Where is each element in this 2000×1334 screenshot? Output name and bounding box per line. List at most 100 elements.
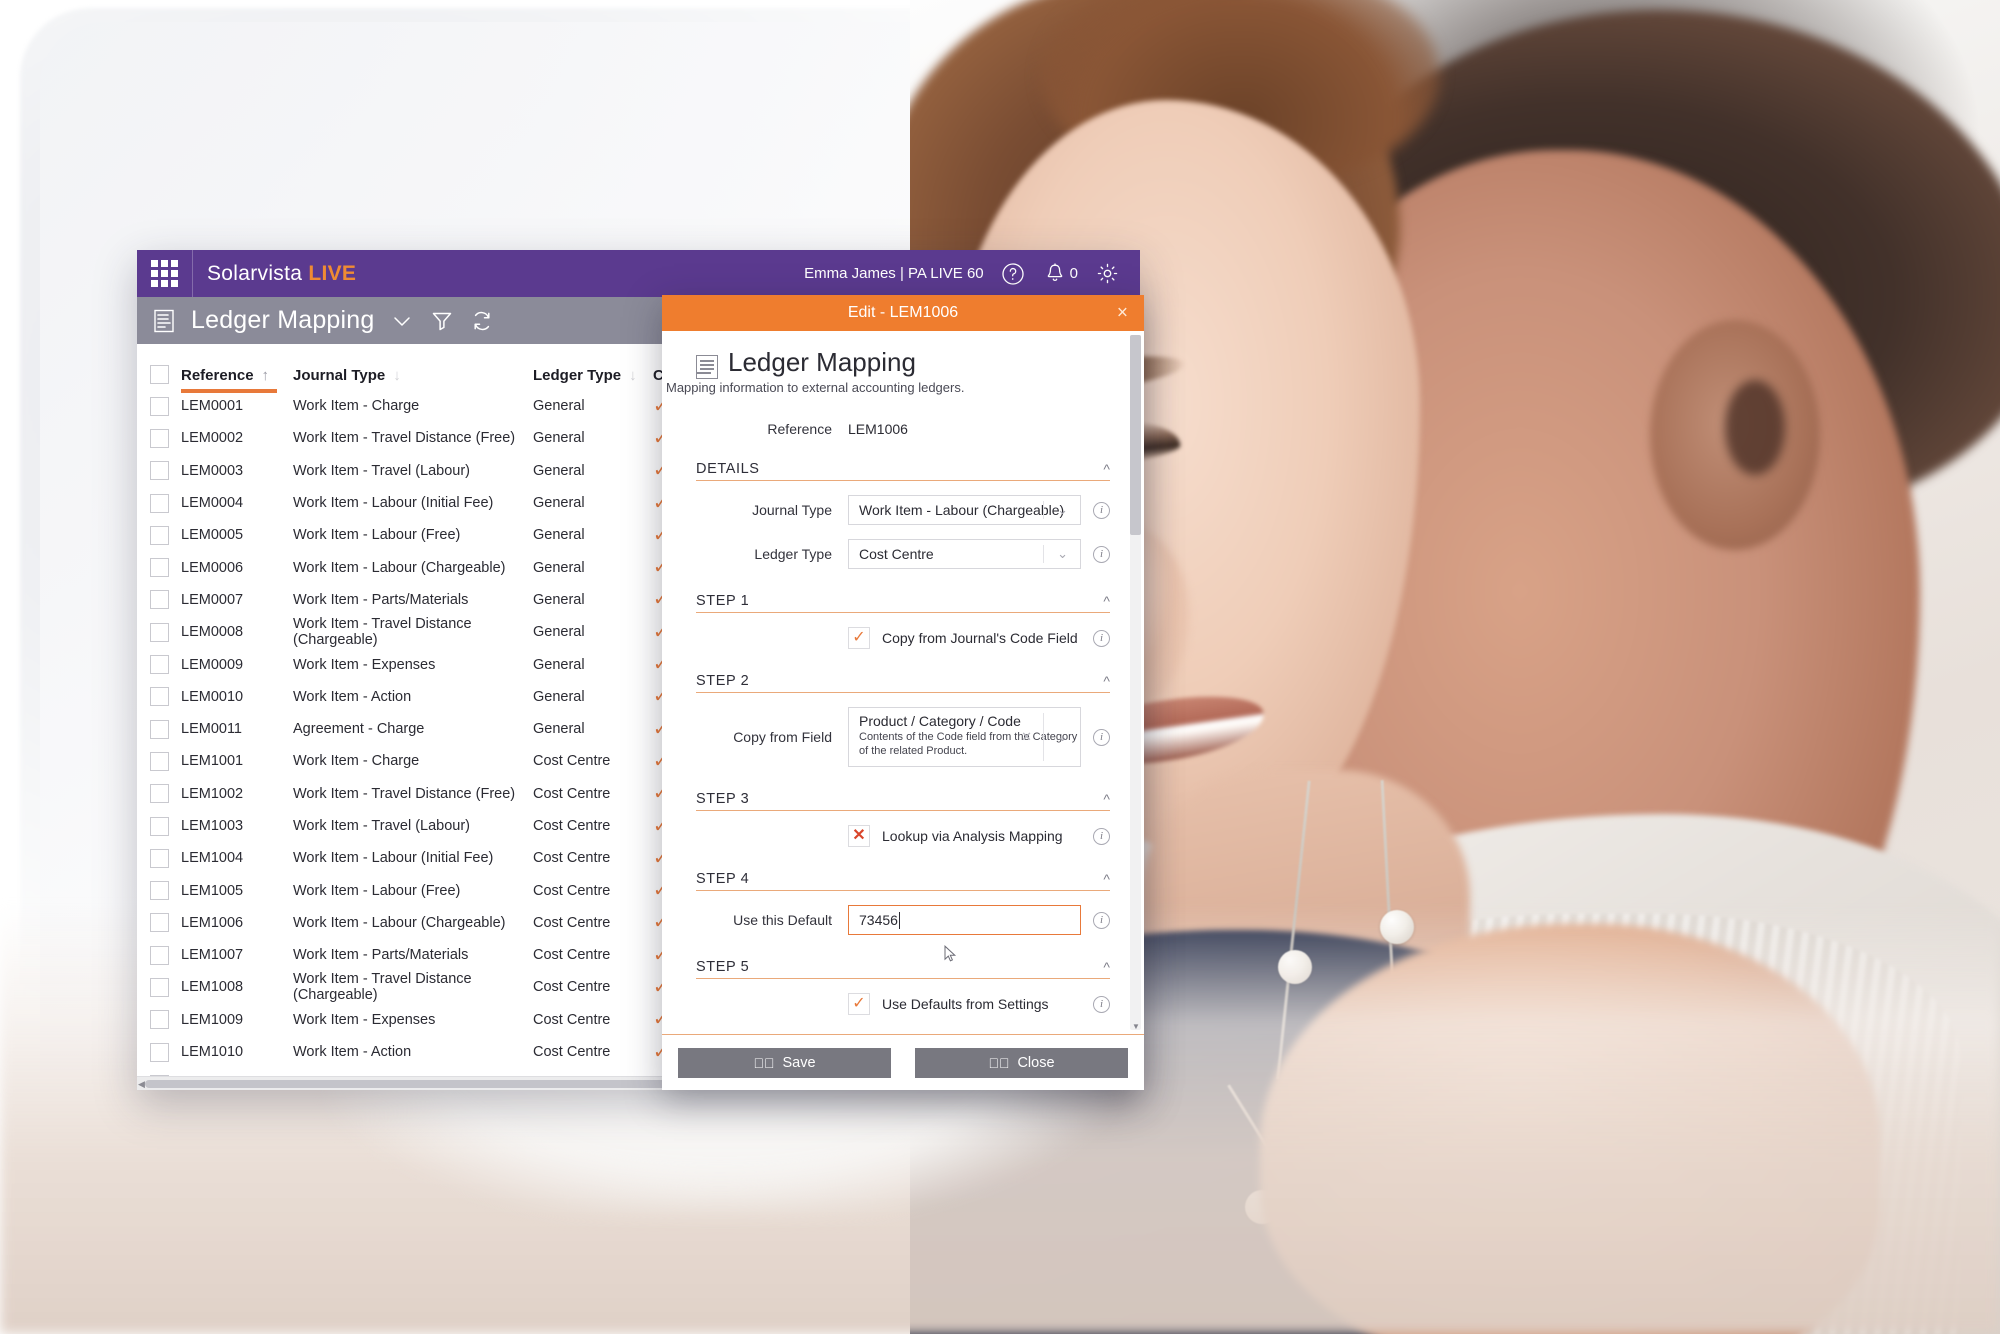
row-select-checkbox[interactable] — [149, 1010, 169, 1030]
row-select-checkbox[interactable] — [149, 945, 169, 965]
column-header-ledger-type[interactable]: Ledger Type ↓ — [533, 367, 653, 384]
section-step-5-header[interactable]: STEP 5 ^ — [696, 959, 1110, 979]
row-select-checkbox[interactable] — [149, 848, 169, 868]
row-select-cell[interactable] — [137, 1042, 181, 1062]
row-select-cell[interactable] — [137, 848, 181, 868]
apps-grid-button[interactable] — [137, 250, 193, 297]
row-select-checkbox[interactable] — [149, 655, 169, 675]
select-all-checkbox[interactable] — [149, 365, 169, 384]
row-select-checkbox[interactable] — [149, 784, 169, 804]
close-button[interactable]: ✕⃝ Close — [915, 1047, 1128, 1078]
row-select-cell[interactable] — [137, 977, 181, 997]
chevron-up-icon[interactable]: ^ — [1103, 791, 1110, 807]
help-circle-icon[interactable] — [1000, 261, 1026, 287]
row-select-checkbox[interactable] — [149, 622, 169, 642]
copy-from-field-select[interactable]: Product / Category / Code Contents of th… — [848, 707, 1081, 767]
refresh-icon[interactable] — [469, 308, 495, 334]
clear-icon[interactable]: ✕ — [1021, 729, 1032, 745]
journal-type-row: Journal Type Work Item - Labour (Chargea… — [696, 495, 1110, 525]
row-select-cell[interactable] — [137, 719, 181, 739]
column-header-journal-type[interactable]: Journal Type ↓ — [293, 367, 533, 384]
use-this-default-input[interactable]: 73456 — [848, 905, 1081, 935]
ledger-type-select[interactable]: Cost Centre ⌄ — [848, 539, 1081, 569]
row-select-cell[interactable] — [137, 881, 181, 901]
section-step-3-title: STEP 3 — [696, 791, 750, 807]
chevron-up-icon[interactable]: ^ — [1103, 593, 1110, 609]
row-select-cell[interactable] — [137, 913, 181, 933]
gear-icon[interactable] — [1094, 261, 1120, 287]
info-icon[interactable]: i — [1093, 629, 1110, 647]
chevron-down-icon[interactable] — [389, 308, 415, 334]
chevron-down-icon[interactable]: ⌄ — [1057, 546, 1068, 562]
section-step-3-header[interactable]: STEP 3 ^ — [696, 791, 1110, 811]
row-select-checkbox[interactable] — [149, 751, 169, 771]
row-select-checkbox[interactable] — [149, 977, 169, 997]
cell-ledger-type: General — [533, 495, 585, 512]
info-icon[interactable]: i — [1093, 545, 1110, 563]
scroll-down-icon[interactable]: ▼ — [1132, 1022, 1140, 1031]
journal-type-select[interactable]: Work Item - Labour (Chargeable) ⌄ — [848, 495, 1081, 525]
row-select-checkbox[interactable] — [149, 525, 169, 545]
row-select-checkbox[interactable] — [149, 719, 169, 739]
row-select-cell[interactable] — [137, 493, 181, 513]
chevron-down-icon[interactable]: ⌄ — [1057, 729, 1068, 745]
close-icon[interactable]: × — [1117, 304, 1128, 323]
notifications-button[interactable]: 0 — [1042, 261, 1078, 287]
notification-count: 0 — [1069, 265, 1078, 282]
row-select-checkbox[interactable] — [149, 493, 169, 513]
use-defaults-from-settings-checkbox[interactable]: ✓ — [848, 993, 870, 1015]
row-select-checkbox[interactable] — [149, 913, 169, 933]
scroll-left-icon[interactable]: ◀ — [138, 1079, 145, 1090]
row-select-cell[interactable] — [137, 461, 181, 481]
row-select-cell[interactable] — [137, 590, 181, 610]
copy-from-journal-code-checkbox[interactable]: ✓ — [848, 627, 870, 649]
chevron-up-icon[interactable]: ^ — [1103, 959, 1110, 975]
row-select-cell[interactable] — [137, 945, 181, 965]
info-icon[interactable]: i — [1093, 911, 1110, 929]
row-select-checkbox[interactable] — [149, 428, 169, 448]
row-select-cell[interactable] — [137, 396, 181, 416]
row-select-cell[interactable] — [137, 428, 181, 448]
info-icon[interactable]: i — [1093, 501, 1110, 519]
cell-reference: LEM0007 — [181, 591, 244, 608]
row-select-cell[interactable] — [137, 1010, 181, 1030]
scroll-thumb[interactable] — [145, 1080, 705, 1088]
row-select-checkbox[interactable] — [149, 1042, 169, 1062]
info-icon[interactable]: i — [1093, 995, 1110, 1013]
cell-reference: LEM1001 — [181, 753, 244, 770]
row-select-cell[interactable] — [137, 751, 181, 771]
row-select-cell[interactable] — [137, 622, 181, 642]
column-header-reference[interactable]: Reference ↑ — [181, 367, 293, 393]
funnel-icon[interactable] — [429, 308, 455, 334]
row-select-cell[interactable] — [137, 687, 181, 707]
section-step-2-header[interactable]: STEP 2 ^ — [696, 673, 1110, 693]
info-icon[interactable]: i — [1093, 827, 1110, 845]
dialog-vertical-scrollbar[interactable]: ▲ ▼ — [1130, 334, 1141, 1031]
chevron-up-icon[interactable]: ^ — [1103, 673, 1110, 689]
row-select-cell[interactable] — [137, 558, 181, 578]
section-step-2-title: STEP 2 — [696, 673, 750, 689]
row-select-checkbox[interactable] — [149, 816, 169, 836]
row-select-checkbox[interactable] — [149, 558, 169, 578]
lookup-analysis-mapping-checkbox[interactable]: ✕ — [848, 825, 870, 847]
cross-icon: ✕ — [852, 827, 866, 844]
select-all-cell[interactable] — [137, 365, 181, 384]
row-select-cell[interactable] — [137, 784, 181, 804]
row-select-checkbox[interactable] — [149, 881, 169, 901]
row-select-cell[interactable] — [137, 525, 181, 545]
row-select-checkbox[interactable] — [149, 687, 169, 707]
section-step-1-header[interactable]: STEP 1 ^ — [696, 593, 1110, 613]
section-step-4-header[interactable]: STEP 4 ^ — [696, 871, 1110, 891]
chevron-up-icon[interactable]: ^ — [1103, 871, 1110, 887]
row-select-cell[interactable] — [137, 816, 181, 836]
row-select-checkbox[interactable] — [149, 461, 169, 481]
info-icon[interactable]: i — [1093, 728, 1110, 746]
row-select-checkbox[interactable] — [149, 396, 169, 416]
row-select-checkbox[interactable] — [149, 590, 169, 610]
row-select-cell[interactable] — [137, 655, 181, 675]
section-details-header[interactable]: DETAILS ^ — [696, 461, 1110, 481]
chevron-up-icon[interactable]: ^ — [1103, 461, 1110, 477]
save-button[interactable]: ✓⃝ Save — [678, 1047, 891, 1078]
dialog-scroll-thumb[interactable] — [1130, 335, 1141, 535]
chevron-down-icon[interactable]: ⌄ — [1057, 502, 1068, 518]
